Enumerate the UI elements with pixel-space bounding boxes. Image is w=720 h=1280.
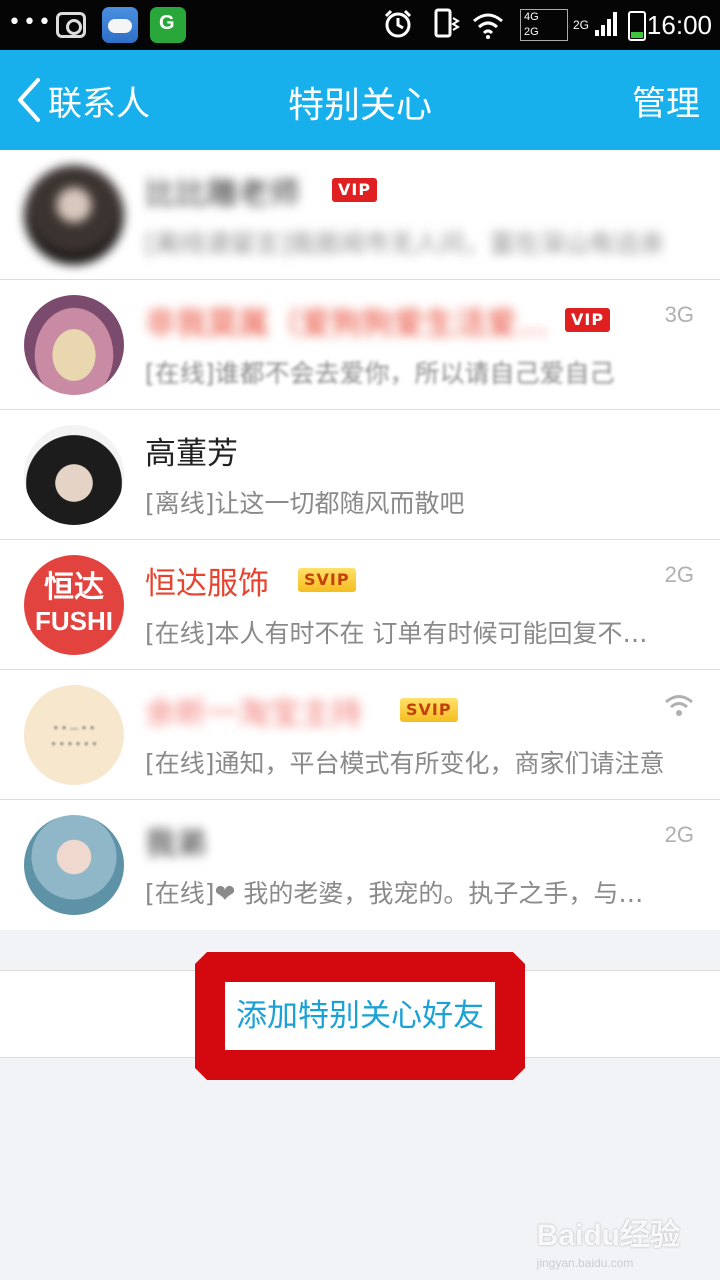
- contact-status: [离线请留言]我居闹市无人问，富在深山有远亲: [145, 229, 665, 258]
- contact-name: 比比雕老师: [145, 176, 300, 212]
- contact-row[interactable]: 非我莫属（爱狗狗爱生活爱家人） VIP [在线]谁都不会去爱你，所以请自己爱自己…: [0, 280, 720, 410]
- network-indicator: 4G 2G: [520, 9, 568, 41]
- avatar: [24, 425, 124, 525]
- secondary-network-label: 2G: [573, 18, 590, 32]
- contact-row[interactable]: 高董芳 [离线]让这一切都随风而散吧: [0, 410, 720, 540]
- screenshot-icon: [56, 12, 86, 38]
- nav-bar: 联系人 特别关心 管理: [0, 50, 720, 150]
- contact-name: 恒达服饰: [145, 566, 269, 602]
- contact-row[interactable]: 我弟 [在线]❤ 我的老婆，我宠的。执子之手，与子偕老 2G: [0, 800, 720, 930]
- contact-name: 非我莫属（爱狗狗爱生活爱家人）: [145, 306, 555, 342]
- contact-row[interactable]: 比比雕老师 VIP [离线请留言]我居闹市无人问，富在深山有远亲: [0, 150, 720, 280]
- manage-button[interactable]: 管理: [632, 76, 700, 125]
- contact-row[interactable]: 恒达 FUSHI 恒达服饰 SVIP [在线]本人有时不在 订单有时候可能回复不…: [0, 540, 720, 670]
- special-care-list: 比比雕老师 VIP [离线请留言]我居闹市无人问，富在深山有远亲 非我莫属（爱狗…: [0, 150, 720, 930]
- alarm-icon: [384, 9, 412, 38]
- add-special-care-friend-button[interactable]: 添加特别关心好友: [225, 982, 495, 1050]
- network-label: 2G: [664, 822, 694, 847]
- baidu-watermark: Baidu经验 jingyan.baidu.com: [536, 1219, 680, 1270]
- contact-status: [离线]让这一切都随风而散吧: [145, 489, 465, 518]
- avatar: [24, 295, 124, 395]
- wifi-status-icon: [473, 13, 503, 39]
- contact-status: [在线]谁都不会去爱你，所以请自己爱自己: [145, 359, 615, 388]
- contact-status: [在线]通知，平台模式有所变化，商家们请注意: [145, 749, 665, 778]
- avatar: • • — • • • • • • • •: [24, 685, 124, 785]
- weather-app-icon: [102, 7, 138, 43]
- network-label: 2G: [664, 562, 694, 587]
- contact-status: [在线]❤ 我的老婆，我宠的。执子之手，与子偕老: [145, 879, 665, 908]
- contact-name: 余昕一淘宝主持: [145, 696, 362, 732]
- battery-icon: [628, 11, 646, 41]
- svip-badge: SVIP: [400, 698, 458, 722]
- network-label: 3G: [664, 302, 694, 327]
- contact-row[interactable]: • • — • • • • • • • • 余昕一淘宝主持 SVIP [在线]通知…: [0, 670, 720, 800]
- avatar: [24, 165, 124, 265]
- page-title: 特别关心: [287, 85, 432, 126]
- wifi-icon: [665, 695, 693, 716]
- avatar: 恒达 FUSHI: [24, 555, 124, 655]
- vip-badge: VIP: [332, 178, 378, 202]
- contact-name: 我弟: [145, 826, 207, 862]
- vibrate-icon: [434, 8, 460, 38]
- status-bar: ••• 4G 2G 2G 16:00: [0, 0, 720, 50]
- avatar: [24, 815, 124, 915]
- clock: 16:00: [646, 10, 712, 40]
- contact-name: 高董芳: [145, 436, 238, 472]
- signal-icon: [595, 12, 617, 36]
- app-notification-icon: [150, 7, 186, 43]
- svip-badge: SVIP: [298, 568, 356, 592]
- contact-status: [在线]本人有时不在 订单有时候可能回复不及时: [145, 619, 665, 648]
- more-notifications-icon: •••: [8, 10, 53, 35]
- vip-badge: VIP: [565, 308, 611, 332]
